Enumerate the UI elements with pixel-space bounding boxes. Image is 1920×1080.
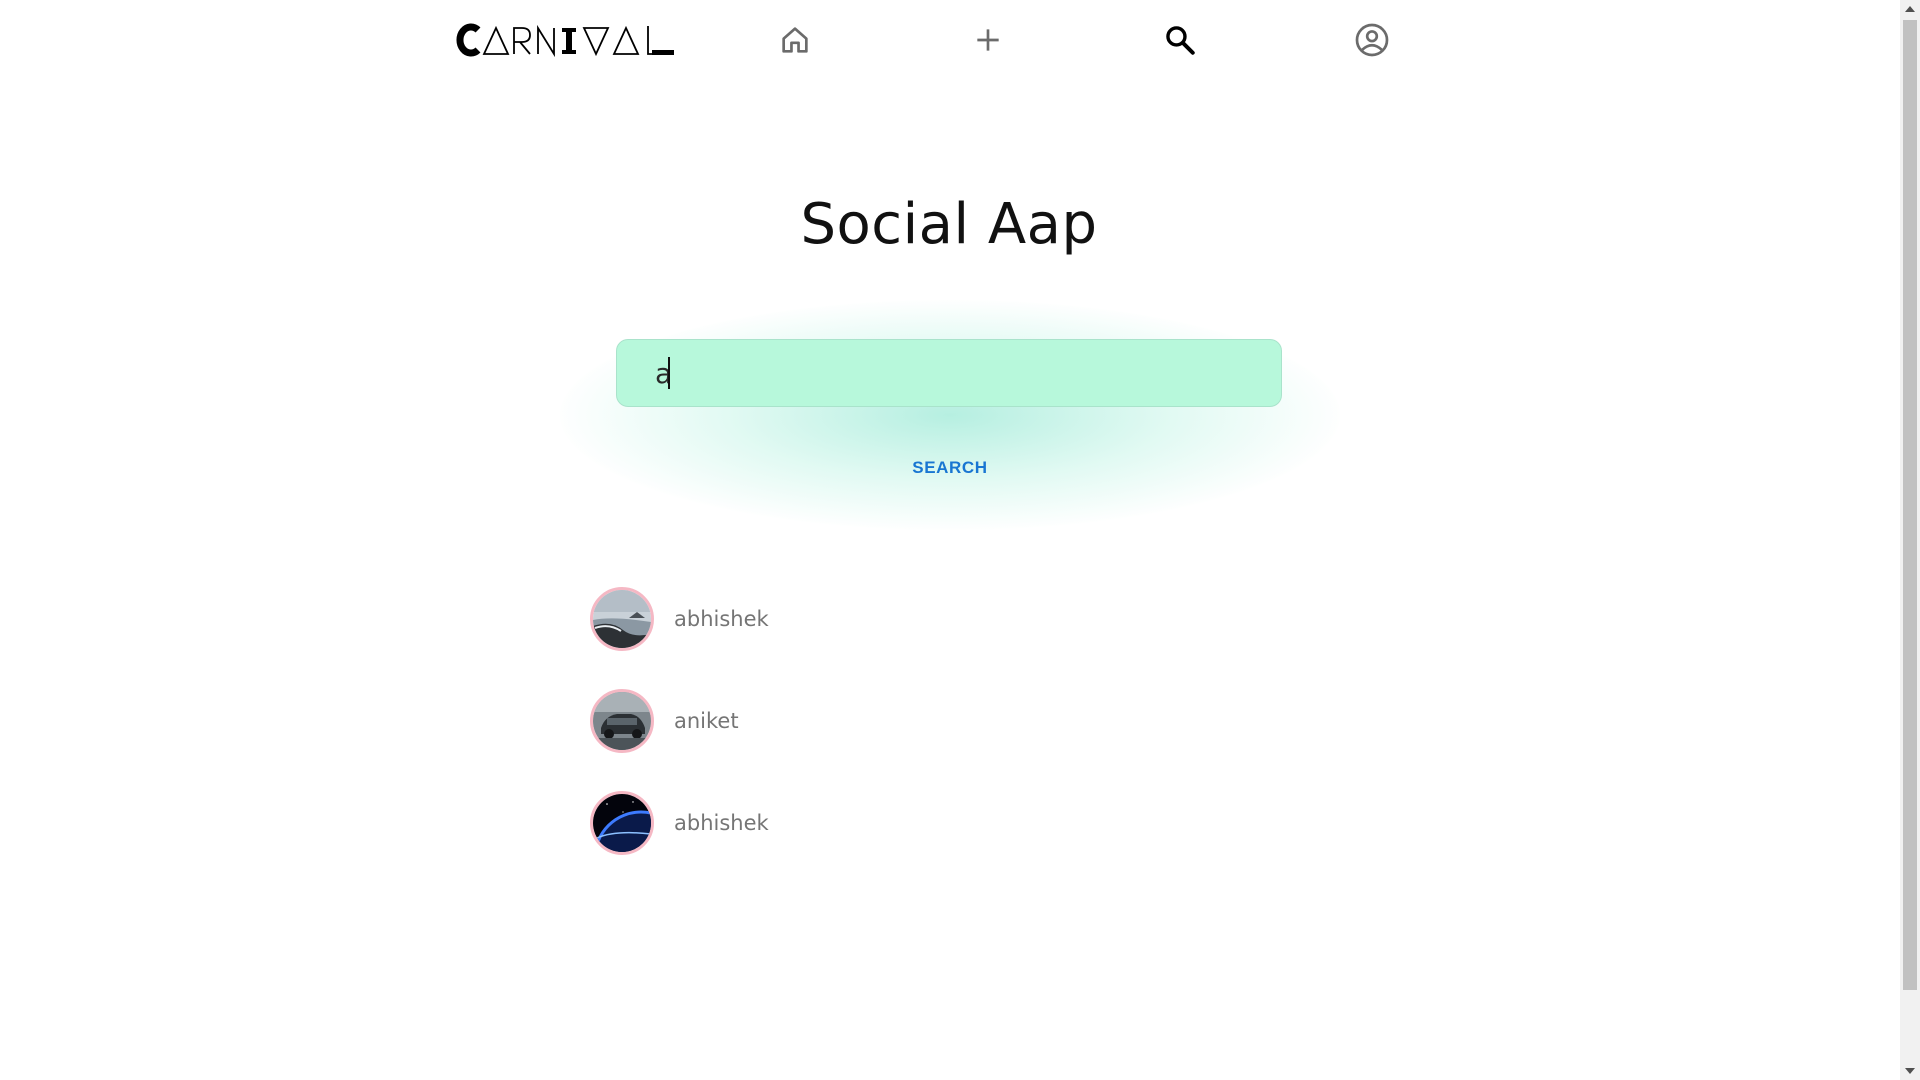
- result-username: aniket: [674, 709, 739, 733]
- avatar: [590, 791, 654, 855]
- result-username: abhishek: [674, 811, 769, 835]
- text-caret: [668, 357, 670, 389]
- search-input[interactable]: [616, 339, 1282, 407]
- avatar: [590, 689, 654, 753]
- page-title: Social Aap: [800, 192, 1098, 257]
- earth-from-space-photo: [593, 794, 651, 852]
- avatar: [590, 587, 654, 651]
- list-item[interactable]: abhishek: [590, 791, 1190, 855]
- search-glow: [560, 300, 1340, 530]
- nav-home-button[interactable]: [773, 18, 817, 62]
- search-button[interactable]: SEARCH: [880, 448, 1020, 488]
- account-circle-icon: [1355, 23, 1389, 57]
- scroll-up-arrow-icon[interactable]: [1905, 6, 1915, 12]
- car-photo: [593, 692, 651, 750]
- home-icon: [782, 27, 808, 53]
- list-item[interactable]: aniket: [590, 689, 1190, 753]
- carnival-logo[interactable]: [456, 20, 678, 60]
- result-username: abhishek: [674, 607, 769, 631]
- page: Social Aap SEARCH abhishek: [0, 0, 1920, 1080]
- coastline-photo: [593, 590, 651, 648]
- nav-profile-button[interactable]: [1350, 18, 1394, 62]
- plus-icon: [977, 29, 999, 51]
- nav-search-button[interactable]: [1158, 18, 1202, 62]
- top-nav: [456, 14, 1396, 64]
- page-scrollbar[interactable]: [1900, 0, 1920, 1080]
- nav-create-button[interactable]: [966, 18, 1010, 62]
- search-icon: [1166, 26, 1195, 55]
- list-item[interactable]: abhishek: [590, 587, 1190, 651]
- search-results: abhishek aniket abhishek: [590, 587, 1190, 894]
- scroll-down-arrow-icon[interactable]: [1905, 1068, 1915, 1074]
- scroll-thumb[interactable]: [1903, 20, 1917, 990]
